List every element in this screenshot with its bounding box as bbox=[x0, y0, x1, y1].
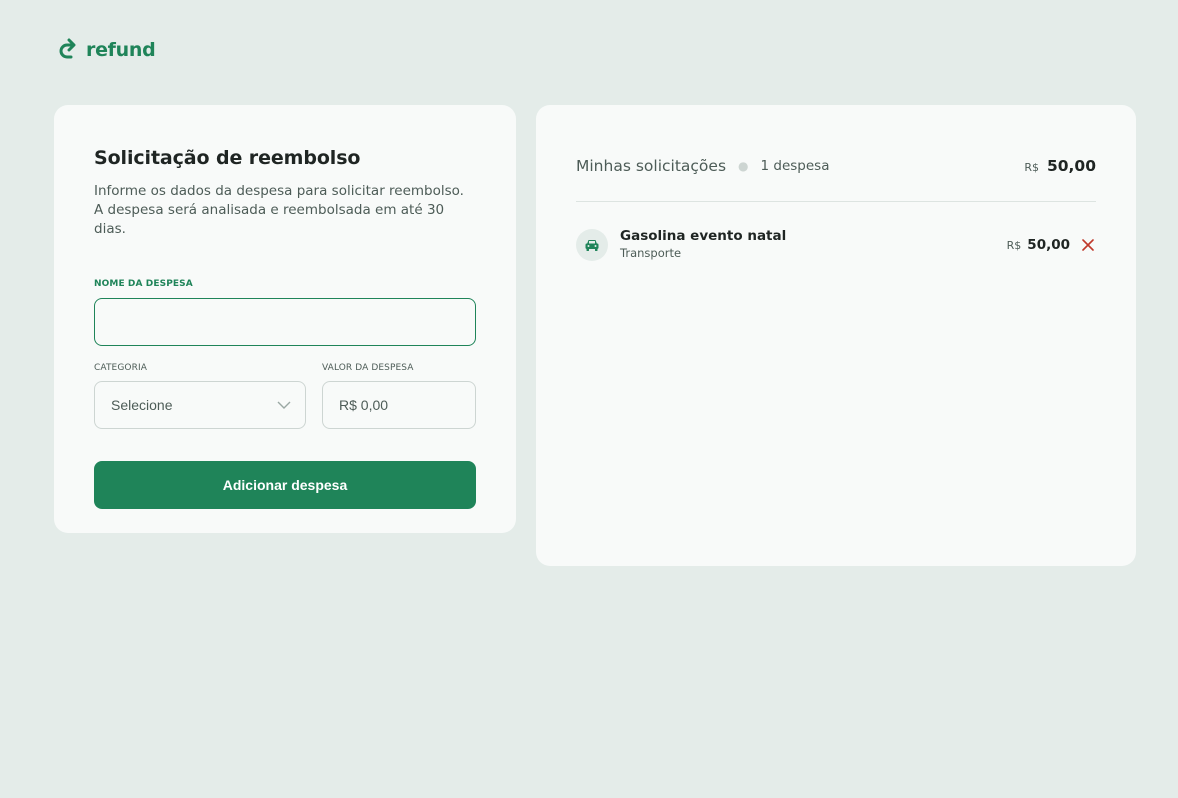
remove-expense-button[interactable] bbox=[1080, 237, 1096, 253]
list-item: Gasolina evento natal Transporte R$ 50,0… bbox=[576, 228, 1096, 261]
add-expense-button[interactable]: Adicionar despesa bbox=[94, 461, 476, 509]
expense-info: Gasolina evento natal Transporte bbox=[620, 228, 786, 261]
expense-name: Gasolina evento natal bbox=[620, 228, 787, 244]
category-field: CATEGORIA Selecione bbox=[94, 363, 306, 429]
brand-name: refund bbox=[86, 39, 156, 61]
form-title: Solicitação de reembolso bbox=[94, 147, 361, 169]
amount-input[interactable]: R$ 0,00 bbox=[322, 381, 476, 429]
category-amount-row: CATEGORIA Selecione VALOR DA DESPESA R$ … bbox=[94, 363, 476, 429]
amount-field: VALOR DA DESPESA R$ 0,00 bbox=[322, 363, 476, 429]
divider bbox=[576, 201, 1096, 202]
expense-currency: R$ bbox=[1006, 238, 1022, 252]
separator-dot: ● bbox=[738, 159, 749, 173]
expense-category: Transporte bbox=[620, 246, 682, 260]
chevron-down-icon bbox=[277, 401, 291, 409]
expense-amount: R$ 50,00 bbox=[1007, 237, 1070, 253]
requests-title: Minhas solicitações bbox=[576, 157, 727, 175]
category-label: CATEGORIA bbox=[94, 363, 147, 373]
requests-panel: Minhas solicitações ● 1 despesa R$ 50,00… bbox=[536, 105, 1136, 566]
car-icon bbox=[576, 228, 608, 261]
total-amount: R$ 50,00 bbox=[1024, 157, 1096, 175]
category-select[interactable]: Selecione bbox=[94, 381, 306, 429]
expense-name-label: NOME DA DESPESA bbox=[94, 279, 193, 289]
form-description: Informe os dados da despesa para solicit… bbox=[94, 183, 464, 237]
expense-count: 1 despesa bbox=[760, 158, 830, 174]
brand-logo: refund bbox=[58, 38, 156, 62]
redo-arrow-icon bbox=[59, 38, 76, 59]
category-select-value: Selecione bbox=[111, 397, 173, 413]
amount-label: VALOR DA DESPESA bbox=[322, 363, 414, 373]
expense-value: 50,00 bbox=[1027, 236, 1070, 253]
reimbursement-form: Solicitação de reembolso Informe os dado… bbox=[54, 105, 516, 533]
amount-placeholder: R$ 0,00 bbox=[339, 397, 389, 413]
close-icon bbox=[1082, 238, 1094, 251]
expense-name-input[interactable] bbox=[94, 298, 476, 346]
requests-header: Minhas solicitações ● 1 despesa R$ 50,00 bbox=[576, 151, 1096, 181]
total-currency: R$ bbox=[1024, 161, 1039, 174]
total-value: 50,00 bbox=[1046, 157, 1096, 175]
